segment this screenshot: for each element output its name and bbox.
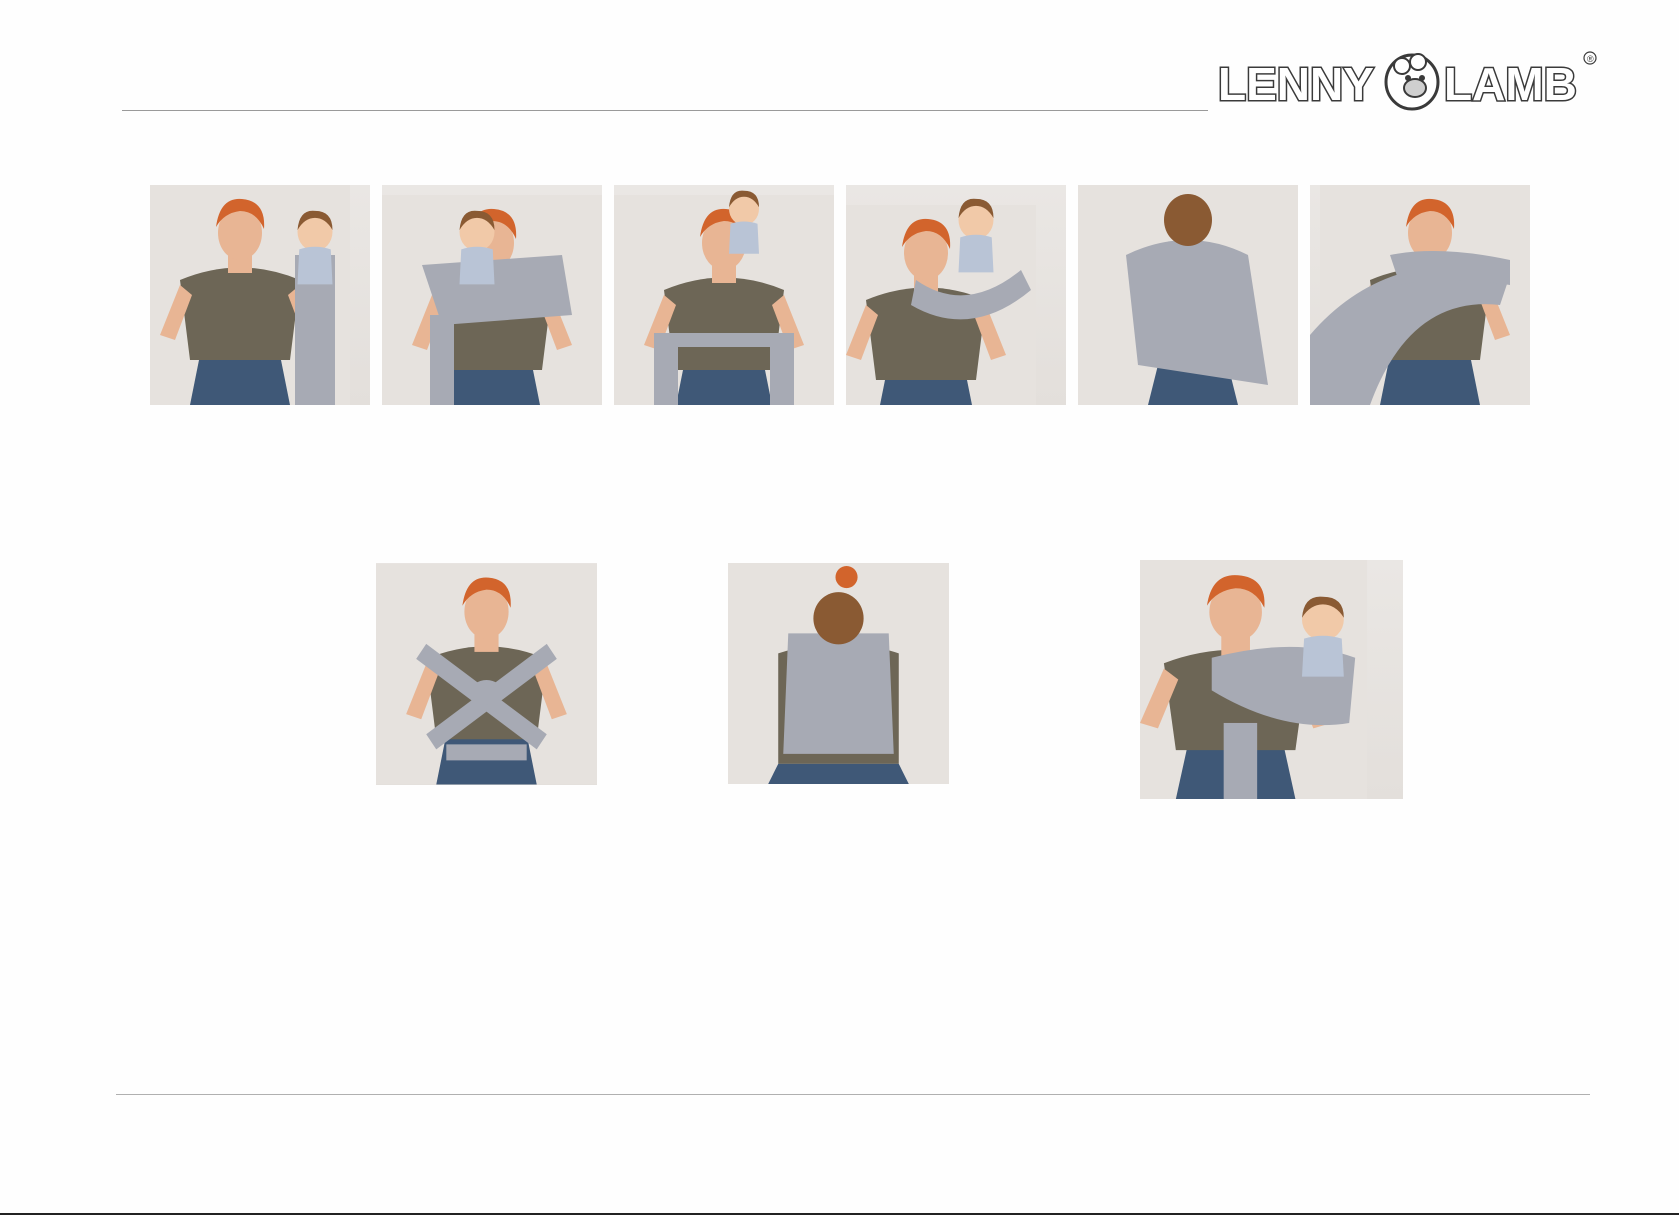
step-1-photo: [150, 185, 370, 405]
logo-text-left: LENNY: [1218, 58, 1374, 110]
step-4-photo: [846, 185, 1066, 405]
logo-text-right: LAMB: [1444, 58, 1577, 110]
header-rule: [122, 110, 1208, 111]
lenny-lamb-logo: LENNY LAMB ®: [1212, 44, 1602, 114]
step-9-photo: [1140, 560, 1403, 799]
lamb-icon: [1384, 53, 1440, 111]
step-3-photo: [614, 185, 834, 405]
step-8-photo: [728, 563, 949, 784]
step-7-photo: [376, 563, 597, 785]
step-5-photo: [1078, 185, 1298, 405]
registered-mark: ®: [1587, 54, 1594, 64]
step-2-photo: [382, 185, 602, 405]
footer-rule: [116, 1094, 1590, 1095]
step-6-photo: [1310, 185, 1530, 405]
